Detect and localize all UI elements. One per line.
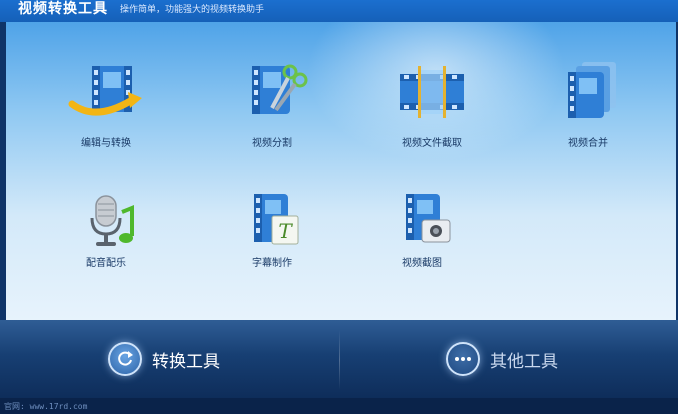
bottom-bar: 转换工具 其他工具 — [0, 320, 678, 398]
film-clip-icon — [400, 66, 464, 118]
tool-label: 字幕制作 — [252, 258, 292, 269]
title-bar: 视频转换工具 操作简单，功能强大的视频转换助手 — [0, 0, 678, 22]
tool-panel: 编辑与转换 视频分割 视频文件截取 视频合并 配音配乐 T 字幕制作 视频截图 — [6, 22, 676, 320]
tool-subtitle[interactable]: T 字幕制作 — [212, 192, 332, 302]
tool-label: 视频截图 — [402, 258, 442, 269]
film-scissors-icon — [252, 64, 308, 114]
microphone-music-icon — [90, 195, 134, 246]
convert-tools-button[interactable]: 转换工具 — [108, 320, 220, 398]
more-dots-icon — [446, 342, 480, 376]
other-tools-label: 其他工具 — [490, 351, 558, 372]
film-camera-icon — [406, 194, 451, 243]
status-bar: 官网: www.17rd.com — [0, 398, 678, 414]
tool-label: 视频合并 — [568, 138, 608, 149]
tool-dubbing-music[interactable]: 配音配乐 — [46, 192, 166, 302]
tool-label: 配音配乐 — [86, 258, 126, 269]
app-window: 视频转换工具 操作简单，功能强大的视频转换助手 编辑与转换 视频分割 视频文件截… — [0, 0, 678, 414]
other-tools-button[interactable]: 其他工具 — [446, 320, 558, 398]
tool-clip[interactable]: 视频文件截取 — [372, 60, 492, 170]
refresh-icon — [108, 342, 142, 376]
app-title: 视频转换工具 — [18, 1, 108, 17]
bottom-divider — [339, 330, 340, 390]
film-stack-icon — [568, 62, 616, 118]
convert-tools-label: 转换工具 — [152, 351, 220, 372]
website-link[interactable]: 官网: www.17rd.com — [4, 401, 87, 412]
tool-merge[interactable]: 视频合并 — [528, 60, 648, 170]
app-subtitle: 操作简单，功能强大的视频转换助手 — [120, 4, 265, 15]
svg-text:T: T — [278, 219, 293, 243]
tool-label: 编辑与转换 — [81, 138, 131, 149]
tool-split[interactable]: 视频分割 — [212, 60, 332, 170]
tool-edit-convert[interactable]: 编辑与转换 — [46, 60, 166, 170]
film-arrow-icon — [68, 66, 142, 116]
tool-label: 视频文件截取 — [402, 138, 462, 149]
film-subtitle-icon: T — [254, 194, 299, 245]
tool-screenshot[interactable]: 视频截图 — [362, 192, 482, 302]
tool-label: 视频分割 — [252, 138, 292, 149]
